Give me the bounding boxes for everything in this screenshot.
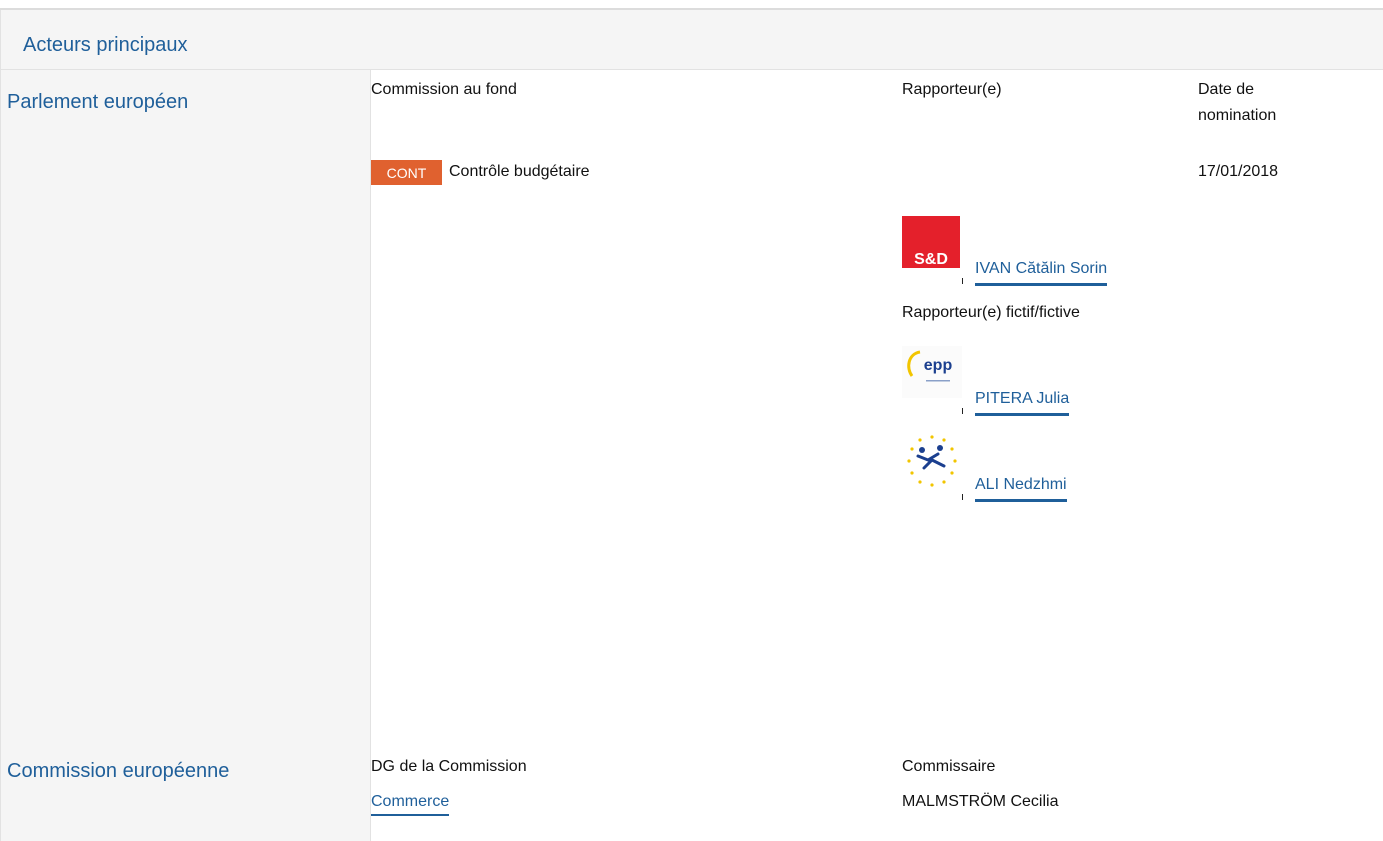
section-header: Acteurs principaux [0,10,1383,70]
col-header-rapporteur: Rapporteur(e) [902,81,1002,98]
left-column: Parlement européen Commission européenne [0,70,371,841]
sd-group-logo: S&D [902,216,962,268]
commission-label: Commission européenne [7,760,230,782]
nomination-date: 17/01/2018 [1198,163,1279,180]
ecr-alde-icon [902,432,962,487]
shadow-entry-ali: ALI Nedzhmi [902,432,1122,506]
parlement-label: Parlement européen [7,91,189,113]
section-title: Acteurs principaux [23,34,188,56]
committee-badge: CONT [371,160,442,185]
shadow-link-pitera[interactable]: PITERA Julia [975,388,1070,416]
rapporteur-link[interactable]: IVAN Cătălin Sorin [975,258,1108,286]
col-header-date: Date de nomination [1198,81,1277,124]
commissioner-name: MALMSTRÖM Cecilia [902,793,1059,810]
epp-group-logo: epp [902,346,962,398]
tick-mark [962,278,963,284]
col-header-dg: DG de la Commission [371,758,527,775]
page: Acteurs principaux Parlement européen Co… [0,0,1383,841]
tick-mark [962,408,963,414]
svg-text:epp: epp [924,357,953,374]
col-header-committee: Commission au fond [371,81,517,98]
shadow-entry-pitera: epp PITERA Julia [902,346,1122,420]
dg-link[interactable]: Commerce [371,791,450,816]
shadow-link-ali[interactable]: ALI Nedzhmi [975,474,1067,502]
rapporteur-entry: S&D IVAN Cătălin Sorin [902,216,1122,290]
committee-name: Contrôle budgétaire [449,163,590,180]
tick-mark [962,494,963,500]
shadow-rapporteur-label: Rapporteur(e) fictif/fictive [902,304,1080,321]
svg-text:S&D: S&D [914,251,948,268]
col-header-commissioner: Commissaire [902,758,996,775]
